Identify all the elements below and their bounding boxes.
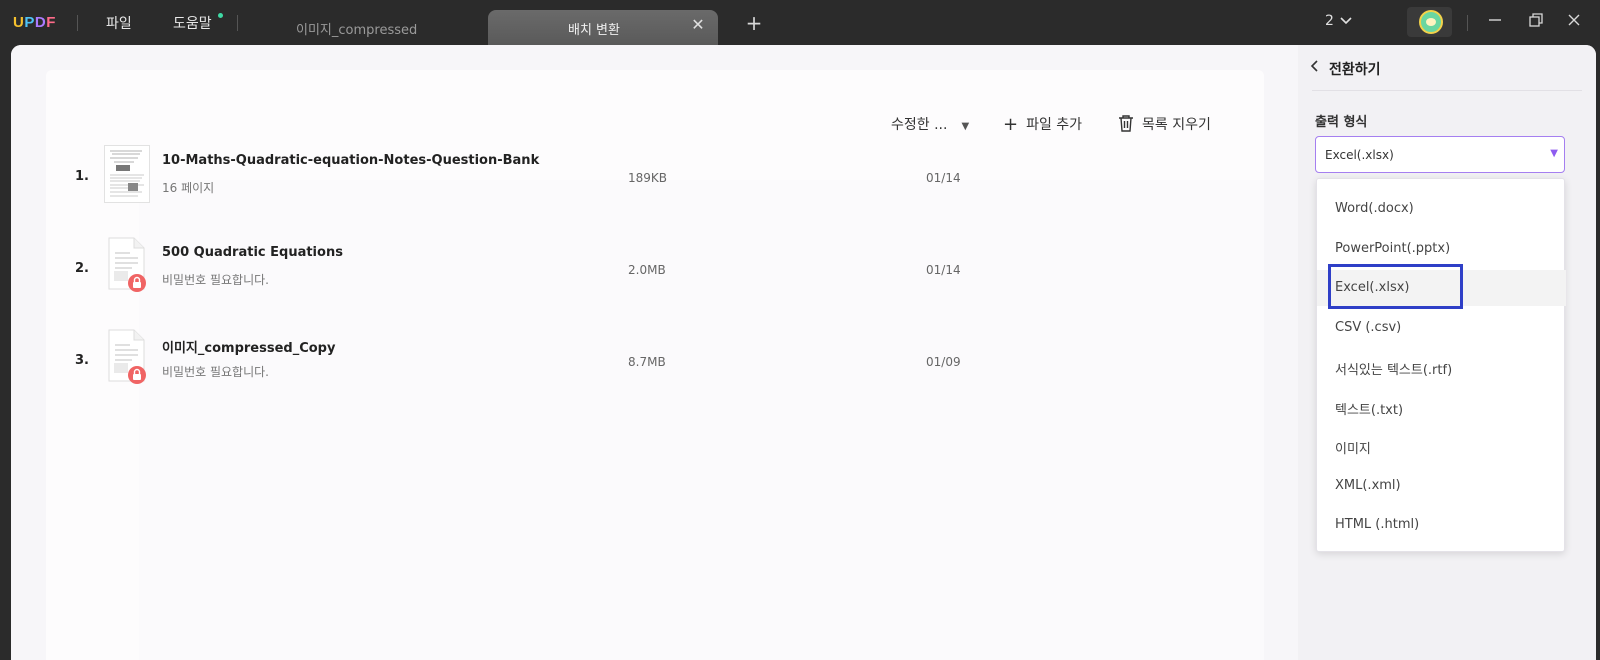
sort-dropdown[interactable]: 수정한 ... ▼ (891, 114, 969, 134)
output-format-select[interactable]: Excel(.xlsx) ▼ (1315, 136, 1565, 173)
option-rtf[interactable]: 서식있는 텍스트(.rtf) (1317, 349, 1566, 385)
file-name: 이미지_compressed_Copy (162, 341, 336, 356)
clear-list-button[interactable]: 목록 지우기 (1118, 114, 1211, 134)
panel-title: 전환하기 (1329, 62, 1381, 78)
row-number: 3. (75, 353, 89, 368)
option-powerpoint[interactable]: PowerPoint(.pptx) (1317, 231, 1566, 267)
locked-pdf-icon (104, 329, 150, 387)
sort-label: 수정한 ... (891, 117, 948, 133)
add-tab-icon[interactable]: + (742, 12, 766, 36)
title-separator (237, 15, 238, 31)
window-count-dropdown[interactable]: 2 (1325, 13, 1352, 29)
tab-batch-convert[interactable]: 배치 변환 ✕ (488, 10, 718, 45)
caret-down-icon: ▼ (961, 121, 970, 132)
row-number: 1. (75, 169, 89, 184)
user-avatar[interactable] (1407, 7, 1452, 37)
file-size: 2.0MB (628, 263, 666, 277)
file-name: 10-Maths-Quadratic-equation-Notes-Questi… (162, 153, 540, 168)
row-number: 2. (75, 261, 89, 276)
title-bar: UPDF 파일 도움말 이미지_compressed 배치 변환 ✕ + 2 (0, 0, 1600, 45)
avatar-face-icon (1419, 10, 1443, 34)
selected-format: Excel(.xlsx) (1325, 148, 1394, 162)
document-thumbnail (104, 145, 150, 203)
password-required-text: 비밀번호 필요합니다. (162, 273, 269, 287)
window-count: 2 (1325, 13, 1334, 29)
menu-help[interactable]: 도움말 (173, 13, 212, 33)
page-range[interactable]: 01/14 (926, 171, 961, 185)
restore-icon[interactable] (1525, 12, 1547, 34)
back-chevron-icon[interactable] (1310, 59, 1320, 77)
password-required-text: 비밀번호 필요합니다. (162, 365, 269, 379)
file-list-area: 수정한 ... ▼ + 파일 추가 목록 지우기 1. 10-Maths-Qua… (11, 45, 1298, 660)
file-list-card: 수정한 ... ▼ + 파일 추가 목록 지우기 1. 10-Maths-Qua… (46, 70, 1264, 660)
close-tab-icon[interactable]: ✕ (688, 15, 708, 35)
file-row[interactable]: 3. 이미지_compressed_Copy 비밀번호 필요합니다. 8.7MB (46, 327, 1264, 397)
locked-pdf-icon (104, 237, 150, 295)
close-window-icon[interactable] (1563, 12, 1585, 34)
option-txt[interactable]: 텍스트(.txt) (1317, 389, 1566, 425)
title-separator (77, 15, 78, 31)
selection-highlight-box (1328, 264, 1463, 309)
tab-label: 배치 변환 (568, 23, 620, 38)
add-file-label: 파일 추가 (1026, 117, 1083, 133)
file-page-count: 16 페이지 (162, 181, 215, 195)
convert-panel: 전환하기 출력 형식 Excel(.xlsx) ▼ Word(.docx) Po… (1298, 45, 1596, 660)
file-row[interactable]: 2. 500 Quadratic Equations 비밀번호 필요합니다. 2… (46, 235, 1264, 305)
divider (1312, 90, 1582, 91)
page-range[interactable]: 01/14 (926, 263, 961, 277)
minimize-icon[interactable] (1484, 12, 1506, 34)
option-csv[interactable]: CSV (.csv) (1317, 310, 1566, 346)
option-image[interactable]: 이미지 (1317, 428, 1566, 464)
option-html[interactable]: HTML (.html) (1317, 507, 1566, 543)
notification-dot (218, 13, 223, 18)
app-body: 수정한 ... ▼ + 파일 추가 목록 지우기 1. 10-Maths-Qua… (11, 45, 1596, 660)
tab-compressed[interactable]: 이미지_compressed (250, 10, 470, 45)
tab-label: 이미지_compressed (296, 23, 418, 38)
file-name: 500 Quadratic Equations (162, 245, 343, 260)
clear-list-label: 목록 지우기 (1142, 117, 1211, 133)
updf-logo[interactable]: UPDF (13, 14, 56, 31)
add-file-button[interactable]: + 파일 추가 (1003, 114, 1082, 135)
menu-file[interactable]: 파일 (106, 13, 132, 33)
plus-icon: + (1003, 114, 1019, 135)
format-dropdown-menu: Word(.docx) PowerPoint(.pptx) Excel(.xls… (1316, 178, 1566, 552)
caret-down-icon: ▼ (1550, 148, 1558, 159)
option-word[interactable]: Word(.docx) (1317, 191, 1566, 227)
file-size: 8.7MB (628, 355, 666, 369)
chevron-down-icon (1340, 15, 1352, 28)
file-size: 189KB (628, 171, 668, 185)
option-xml[interactable]: XML(.xml) (1317, 468, 1566, 504)
file-row[interactable]: 1. 10-Maths-Quadratic-equation-Notes-Que… (46, 143, 1264, 213)
trash-icon (1118, 114, 1134, 132)
title-separator (1467, 15, 1468, 31)
page-range[interactable]: 01/09 (926, 355, 961, 369)
output-format-label: 출력 형식 (1315, 115, 1368, 130)
